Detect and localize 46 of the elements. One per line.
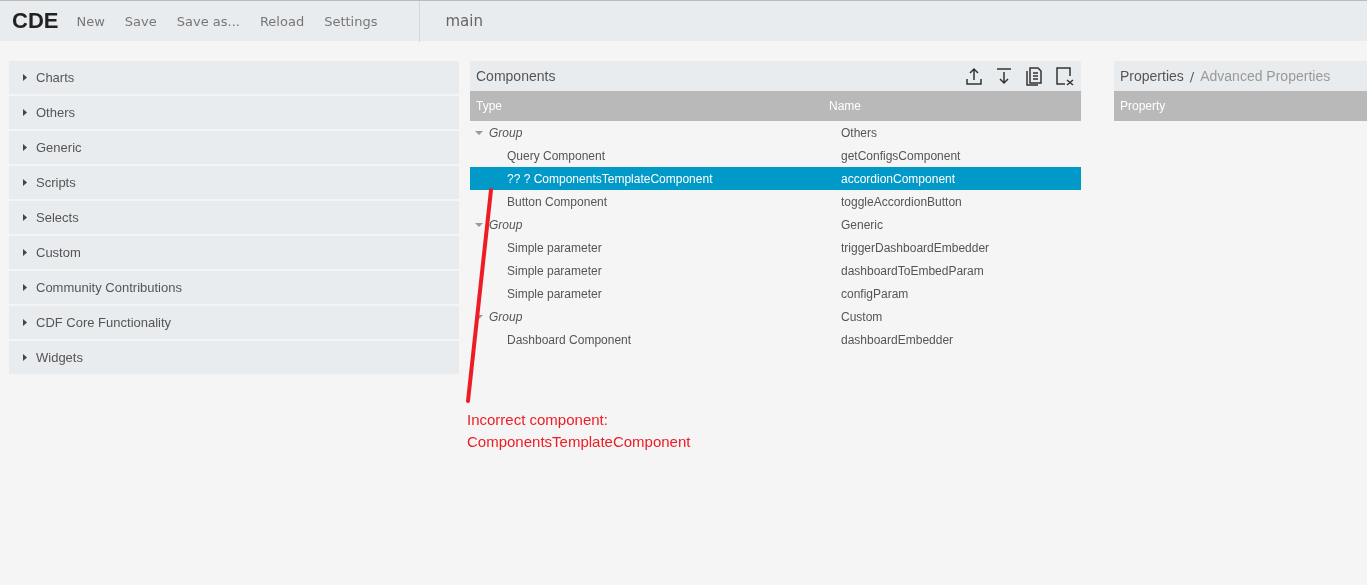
column-header: Property — [1120, 99, 1166, 113]
caret-down-icon — [475, 130, 483, 135]
app-logo: CDE — [12, 8, 59, 34]
menu-link[interactable]: Save as... — [176, 13, 240, 29]
tree-row[interactable]: Query Component getConfigsComponent — [470, 144, 1081, 167]
menu-link[interactable]: Save — [124, 13, 157, 29]
palette-group[interactable]: Custom — [9, 236, 459, 269]
tree-row[interactable]: Simple parameter triggerDashboardEmbedder — [470, 236, 1081, 259]
caret-right-icon — [23, 179, 27, 186]
column-header: Type — [476, 99, 503, 113]
caret-right-icon — [23, 284, 27, 291]
caret-right-icon — [23, 249, 27, 256]
caret-right-icon — [23, 319, 27, 326]
caret-right-icon — [23, 214, 27, 221]
tree-row[interactable]: Button Component toggleAccordionButton — [470, 190, 1081, 213]
menu-link[interactable]: Reload — [259, 13, 305, 29]
tree-row[interactable]: Simple parameter configParam — [470, 282, 1081, 305]
panel-title: Components — [476, 68, 557, 84]
palette-group[interactable]: CDF Core Functionality — [9, 306, 459, 339]
tree-row[interactable]: Group Custom — [470, 305, 1081, 328]
caret-right-icon — [23, 144, 27, 151]
palette-group[interactable]: Community Contributions — [9, 271, 459, 304]
palette-group[interactable]: Selects — [9, 201, 459, 234]
tree-row[interactable]: Group Generic — [470, 213, 1081, 236]
palette-group[interactable]: Generic — [9, 131, 459, 164]
annotation-text: Incorrect component: ComponentsTemplateComponent — [467, 410, 692, 452]
menu-link[interactable]: Settings — [324, 13, 378, 29]
menu-link[interactable]: New — [76, 13, 105, 29]
copy-icon[interactable] — [1023, 65, 1045, 87]
column-header: Name — [829, 99, 861, 113]
dashboard-title: main — [445, 12, 483, 30]
caret-right-icon — [23, 109, 27, 116]
tree-row[interactable]: Simple parameter dashboardToEmbedParam — [470, 259, 1081, 282]
tree-row[interactable]: Group Others — [470, 121, 1081, 144]
upload-icon[interactable] — [963, 65, 985, 87]
palette-group[interactable]: Charts — [9, 61, 459, 94]
caret-down-icon — [475, 222, 483, 227]
breadcrumb-separator: / — [1189, 68, 1195, 84]
palette-group[interactable]: Others — [9, 96, 459, 129]
caret-right-icon — [23, 74, 27, 81]
tree-row[interactable]: Dashboard Component dashboardEmbedder — [470, 328, 1081, 351]
delete-icon[interactable] — [1053, 65, 1075, 87]
palette-group[interactable]: Scripts — [9, 166, 459, 199]
palette-group[interactable]: Widgets — [9, 341, 459, 374]
panel-tab[interactable]: Properties — [1120, 68, 1184, 84]
caret-right-icon — [23, 354, 27, 361]
